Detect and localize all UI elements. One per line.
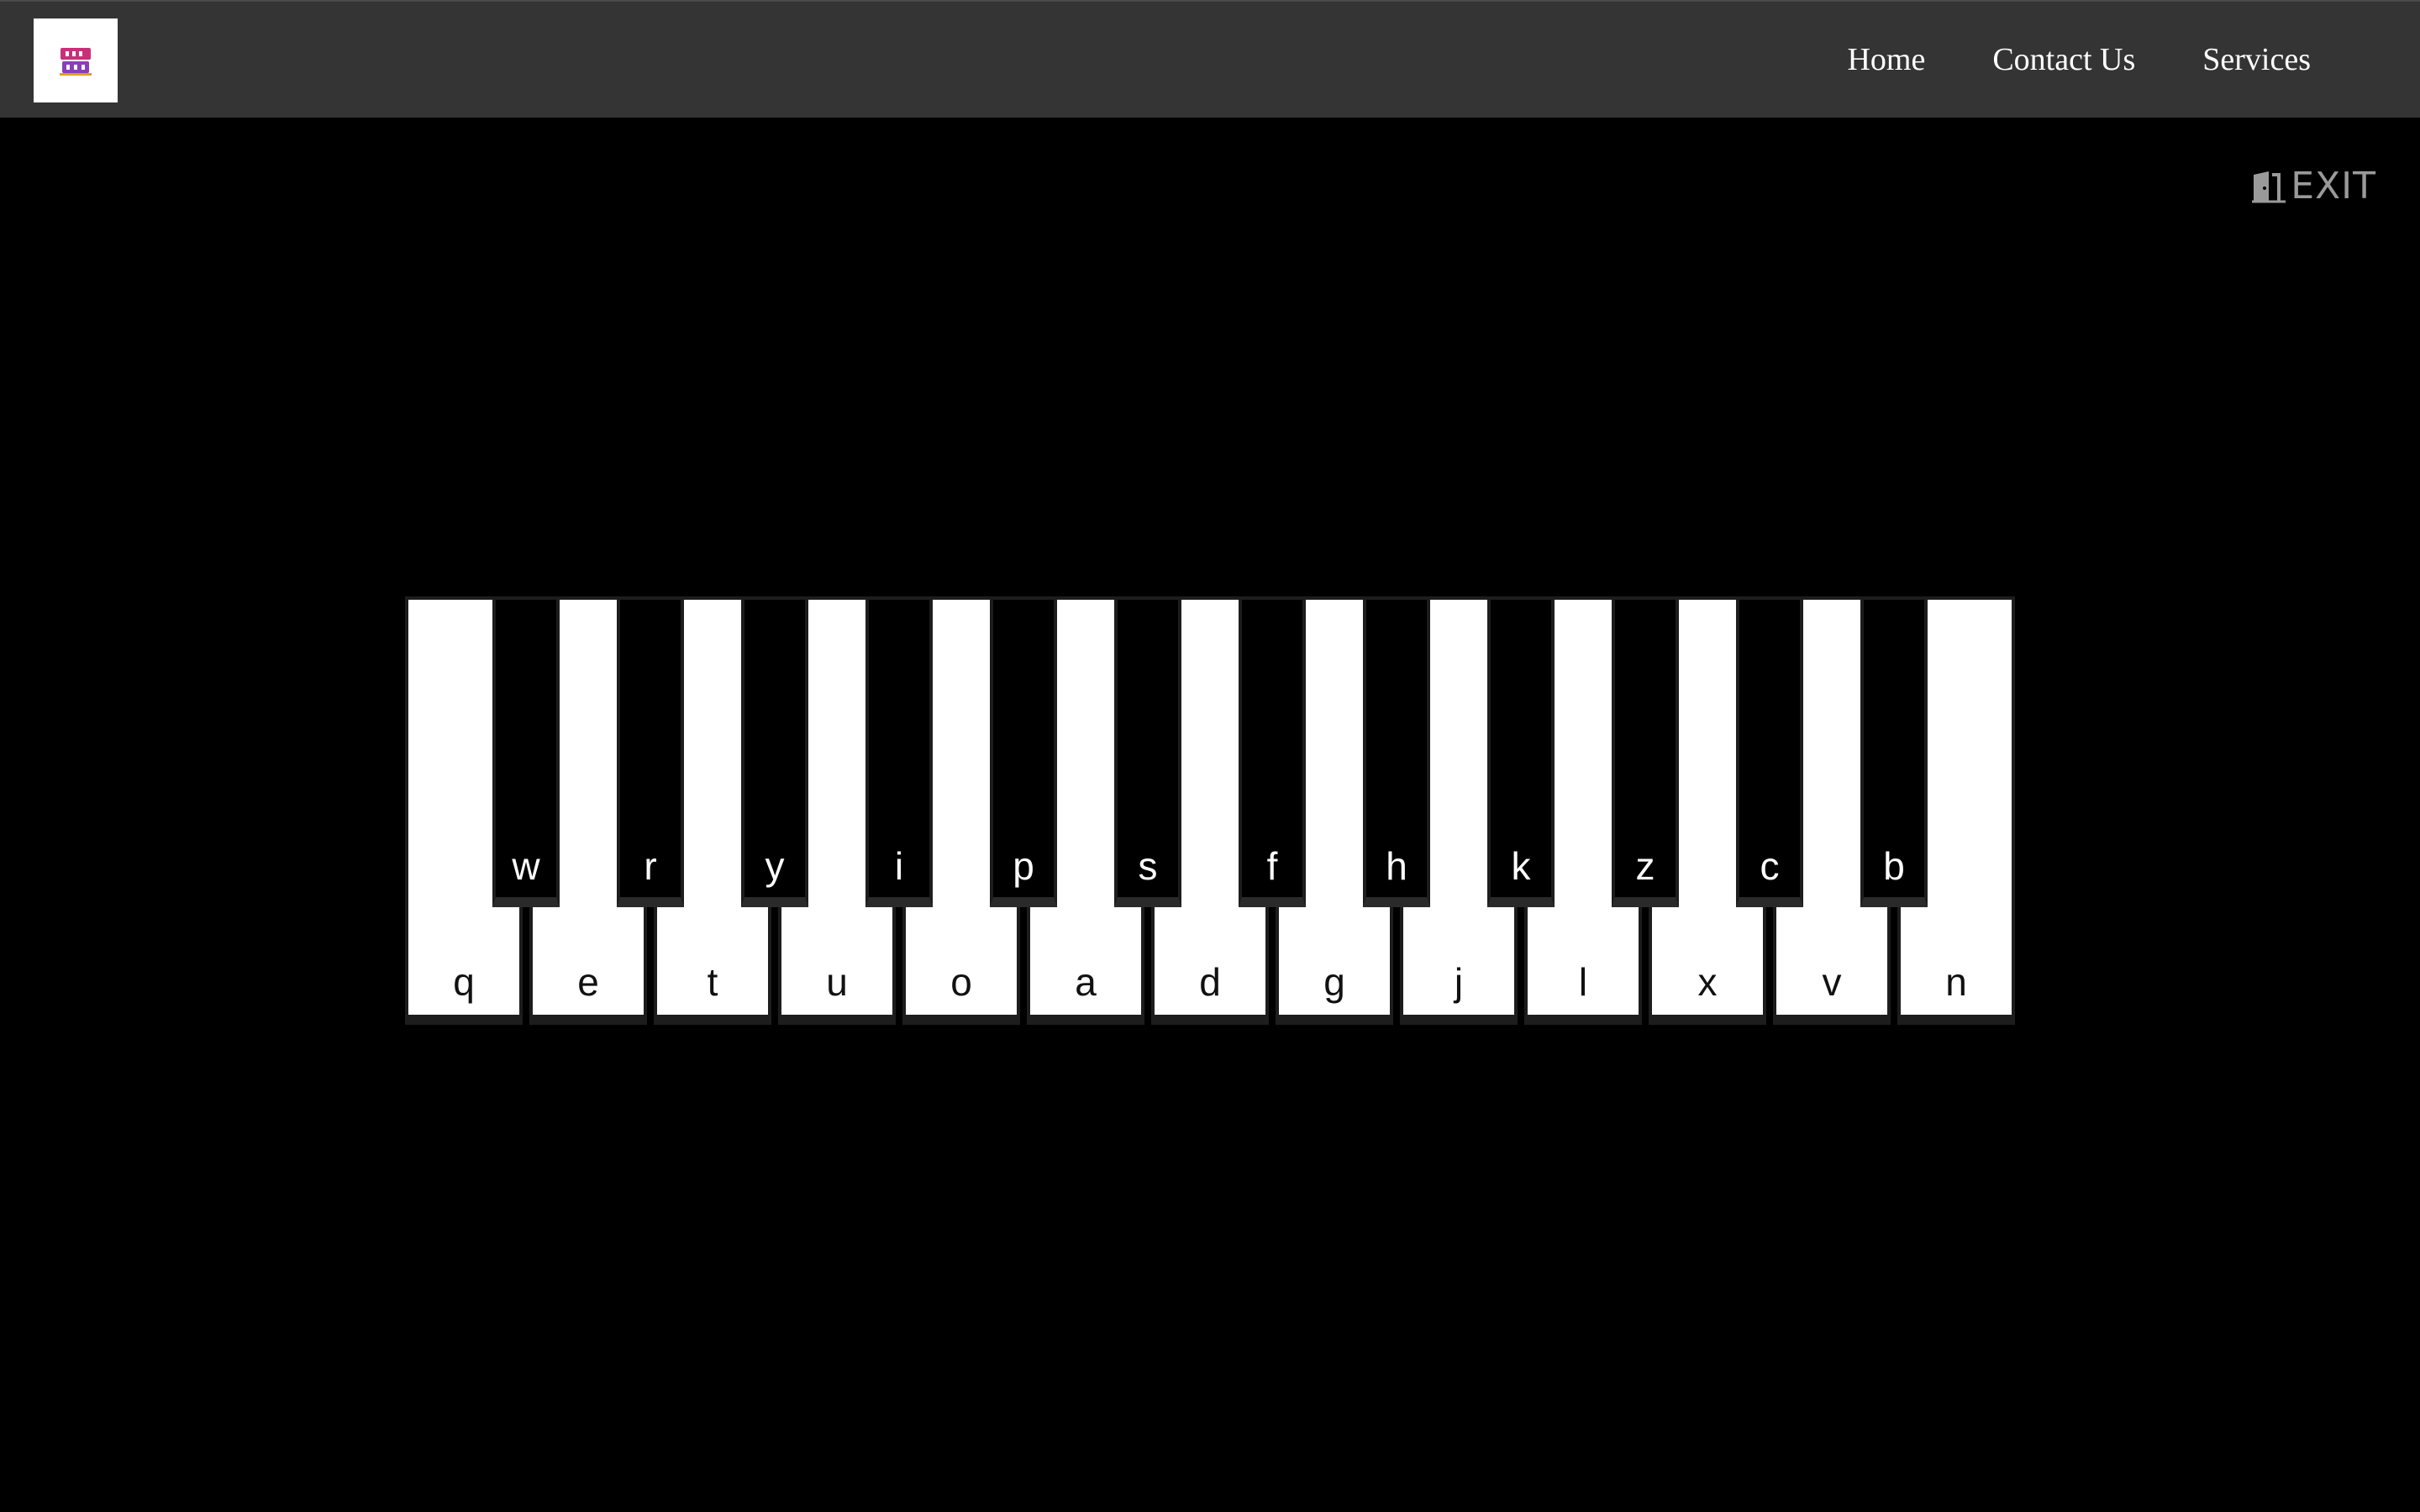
- key-label: r: [644, 844, 657, 888]
- nav-link-contact-us[interactable]: Contact Us: [1992, 41, 2135, 78]
- nav-links: Home Contact Us Services: [1780, 2, 2311, 118]
- site-logo[interactable]: [34, 18, 118, 102]
- black-key-h[interactable]: h: [1363, 596, 1430, 907]
- key-label: s: [1138, 844, 1158, 888]
- key-label: g: [1323, 960, 1345, 1004]
- key-label: o: [950, 960, 972, 1004]
- key-label: f: [1266, 844, 1278, 888]
- key-label: n: [1945, 960, 1967, 1004]
- key-label: c: [1760, 844, 1780, 888]
- key-label: e: [577, 960, 599, 1004]
- key-label: k: [1511, 844, 1531, 888]
- key-label: v: [1822, 960, 1842, 1004]
- key-label: u: [826, 960, 848, 1004]
- key-label: p: [1013, 844, 1034, 888]
- lets-play-logo-icon: [58, 43, 93, 78]
- exit-label: EXIT: [2291, 165, 2376, 207]
- black-key-w[interactable]: w: [492, 596, 560, 907]
- black-key-f[interactable]: f: [1239, 596, 1306, 907]
- black-key-b[interactable]: b: [1860, 596, 1928, 907]
- key-label: i: [894, 844, 904, 888]
- black-key-c[interactable]: c: [1736, 596, 1803, 907]
- key-label: a: [1075, 960, 1097, 1004]
- key-label: t: [707, 960, 718, 1004]
- black-key-y[interactable]: y: [741, 596, 808, 907]
- black-key-i[interactable]: i: [865, 596, 933, 907]
- key-label: b: [1883, 844, 1905, 888]
- key-label: j: [1454, 960, 1464, 1004]
- key-label: l: [1578, 960, 1588, 1004]
- key-label: y: [765, 844, 785, 888]
- key-label: x: [1697, 960, 1718, 1004]
- piano-keyboard: q e t u o a d g j l x v n w r y i p s f …: [405, 596, 2017, 1025]
- black-key-p[interactable]: p: [990, 596, 1057, 907]
- nav-link-home[interactable]: Home: [1847, 41, 1925, 78]
- black-key-r[interactable]: r: [617, 596, 684, 907]
- exit-button[interactable]: EXIT: [2250, 165, 2376, 207]
- black-key-z[interactable]: z: [1612, 596, 1679, 907]
- door-exit-icon: [2252, 171, 2286, 202]
- key-label: z: [1635, 844, 1655, 888]
- navbar: Home Contact Us Services: [0, 0, 2420, 118]
- black-key-k[interactable]: k: [1487, 596, 1555, 907]
- key-label: w: [512, 844, 540, 888]
- key-label: d: [1199, 960, 1221, 1004]
- nav-link-services[interactable]: Services: [2202, 41, 2311, 78]
- key-label: h: [1386, 844, 1407, 888]
- key-label: q: [453, 960, 475, 1004]
- black-key-s[interactable]: s: [1114, 596, 1181, 907]
